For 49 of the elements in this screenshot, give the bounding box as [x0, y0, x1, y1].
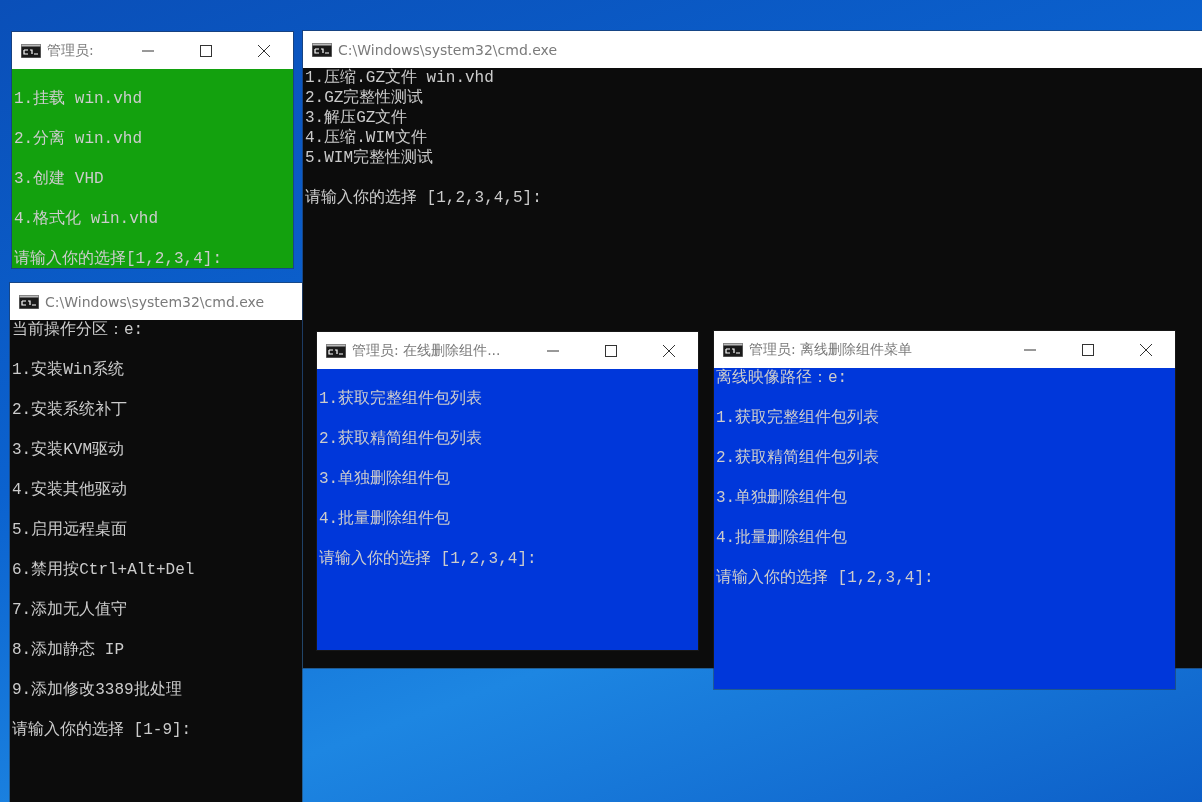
console-icon	[723, 342, 743, 357]
input-prompt: 请输入你的选择[1,2,3,4]:	[14, 249, 223, 268]
console-icon	[312, 42, 332, 57]
window-title: C:\Windows\system32\cmd.exe	[45, 293, 266, 310]
input-prompt: 请输入你的选择 [1,2,3,4,5]:	[305, 188, 543, 208]
console-icon	[326, 343, 346, 358]
menu-option: 4.压缩.WIM文件	[305, 128, 1202, 148]
menu-option: 2.获取精简组件包列表	[716, 448, 1175, 468]
menu-option: 当前操作分区：e:	[12, 320, 302, 340]
menu-option: 4.批量删除组件包	[319, 509, 698, 529]
menu-option: 2.安装系统补丁	[12, 400, 302, 420]
menu-option: 8.添加静态 IP	[12, 640, 302, 660]
menu-option: 5.WIM完整性测试	[305, 148, 1202, 168]
window-title: C:\Windows\system32\cmd.exe	[338, 41, 559, 58]
menu-option: 1.获取完整组件包列表	[319, 389, 698, 409]
maximize-icon	[200, 44, 212, 57]
menu-option: 2.分离 win.vhd	[14, 129, 293, 149]
input-prompt: 请输入你的选择 [1-9]:	[12, 720, 193, 740]
window-title: 管理员:	[47, 41, 95, 60]
input-prompt: 请输入你的选择 [1,2,3,4]:	[319, 549, 538, 569]
maximize-icon	[1082, 343, 1094, 356]
window-title: 管理员: 在线删除组件...	[352, 341, 502, 360]
menu-option: 3.单独删除组件包	[716, 488, 1175, 508]
close-icon	[663, 344, 675, 357]
menu-option: 1.压缩.GZ文件 win.vhd	[305, 68, 1202, 88]
menu-option: 7.添加无人值守	[12, 600, 302, 620]
menu-option: 2.获取精简组件包列表	[319, 429, 698, 449]
menu-option: 9.添加修改3389批处理	[12, 680, 302, 700]
menu-option: 1.获取完整组件包列表	[716, 408, 1175, 428]
menu-option: 1.挂载 win.vhd	[14, 89, 293, 109]
console-icon	[21, 43, 41, 58]
menu-option: 离线映像路径：e:	[716, 368, 1175, 388]
menu-option: 4.批量删除组件包	[716, 528, 1175, 548]
menu-option: 5.启用远程桌面	[12, 520, 302, 540]
menu-option: 4.安装其他驱动	[12, 480, 302, 500]
input-prompt: 请输入你的选择 [1,2,3,4]:	[716, 568, 935, 588]
menu-option: 4.格式化 win.vhd	[14, 209, 293, 229]
menu-option: 2.GZ完整性测试	[305, 88, 1202, 108]
menu-option: 3.单独删除组件包	[319, 469, 698, 489]
menu-option: 6.禁用按Ctrl+Alt+Del	[12, 560, 302, 580]
close-icon	[1140, 343, 1152, 356]
close-icon	[258, 44, 270, 57]
menu-option: 3.创建 VHD	[14, 169, 293, 189]
maximize-icon	[605, 344, 617, 357]
window-title: 管理员: 离线删除组件菜单	[749, 340, 914, 359]
menu-option: 3.安装KVM驱动	[12, 440, 302, 460]
menu-option: 3.解压GZ文件	[305, 108, 1202, 128]
console-icon	[19, 294, 39, 309]
menu-option: 1.安装Win系统	[12, 360, 302, 380]
